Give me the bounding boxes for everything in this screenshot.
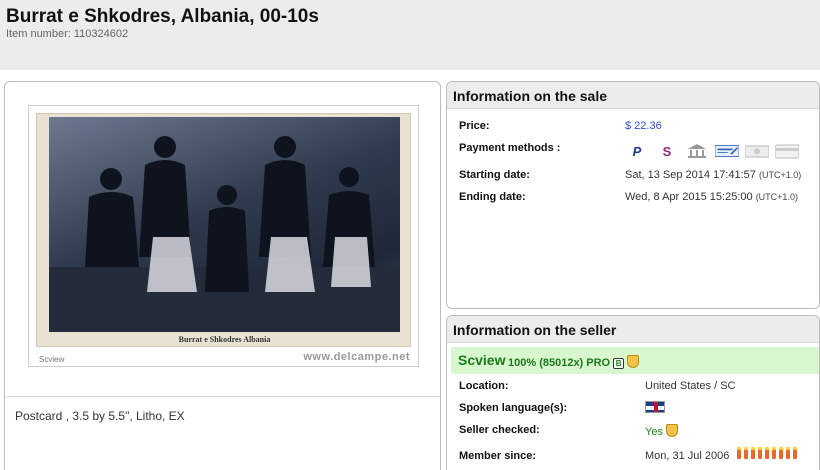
verified-shield-icon: [627, 355, 640, 368]
page-title: Burrat e Shkodres, Albania, 00-10s: [6, 6, 319, 27]
checked-shield-icon: [665, 424, 678, 437]
location-value: United States / SC: [645, 380, 736, 392]
sale-info-panel: Information on the sale Price: $ 22.36 P…: [446, 81, 820, 309]
uk-flag-icon: [645, 401, 665, 413]
starting-date-label: Starting date:: [459, 169, 530, 181]
seller-summary: Scview 100% (85012x) PRO B: [451, 347, 819, 374]
price-label: Price:: [459, 120, 490, 132]
seller-info-panel: Information on the seller Scview 100% (8…: [446, 315, 820, 470]
page-header: Burrat e Shkodres, Albania, 00-10s Item …: [0, 0, 820, 70]
card-icon: [775, 142, 799, 160]
item-image-panel: Burrat e Shkodres Albania Scview www.del…: [4, 81, 441, 470]
postcard-image: Burrat e Shkodres Albania: [36, 113, 411, 347]
sale-info-heading: Information on the sale: [447, 82, 819, 109]
check-icon: [715, 142, 739, 160]
item-number: Item number: 110324602: [6, 28, 129, 40]
watermark: www.delcampe.net: [303, 351, 410, 363]
pro-badge-icon: B: [613, 358, 625, 369]
ending-date-value: Wed, 8 Apr 2015 15:25:00: [625, 191, 753, 203]
payment-icons: P S: [625, 140, 799, 162]
seller-rating-text: 100% (85012x) PRO: [508, 357, 611, 369]
group-portrait-illustration: [49, 136, 400, 332]
paypal-icon: P: [632, 143, 642, 159]
seller-checked-label: Seller checked:: [459, 424, 540, 436]
payment-methods-label: Payment methods :: [459, 142, 561, 154]
seniority-candles-icon: [737, 447, 797, 459]
item-photo[interactable]: Burrat e Shkodres Albania Scview www.del…: [28, 105, 419, 367]
spoken-languages-label: Spoken language(s):: [459, 402, 568, 414]
divider: [5, 396, 440, 397]
ending-date-timezone: (UTC+1.0): [755, 192, 798, 202]
seller-rating: 100% (85012x) PRO B: [508, 355, 640, 369]
item-description: Postcard , 3.5 by 5.5", Litho, EX: [15, 409, 185, 423]
starting-date-value: Sat, 13 Sep 2014 17:41:57: [625, 169, 756, 181]
photo-seller-label: Scview: [39, 355, 65, 364]
postcard-photo: [49, 117, 400, 332]
seller-checked-value: Yes: [645, 426, 663, 438]
postcard-caption: Burrat e Shkodres Albania: [178, 335, 271, 344]
bank-icon: [685, 142, 709, 160]
seller-name-link[interactable]: Scview: [458, 352, 505, 368]
ending-date-label: Ending date:: [459, 191, 526, 203]
starting-date-timezone: (UTC+1.0): [758, 170, 802, 180]
member-since-label: Member since:: [459, 450, 537, 462]
location-label: Location:: [459, 380, 509, 392]
price-value: $ 22.36: [625, 120, 662, 132]
seller-info-heading: Information on the seller: [447, 316, 819, 343]
skrill-icon: S: [662, 143, 672, 159]
member-since-value: Mon, 31 Jul 2006: [645, 450, 730, 462]
cash-icon: [745, 142, 769, 160]
